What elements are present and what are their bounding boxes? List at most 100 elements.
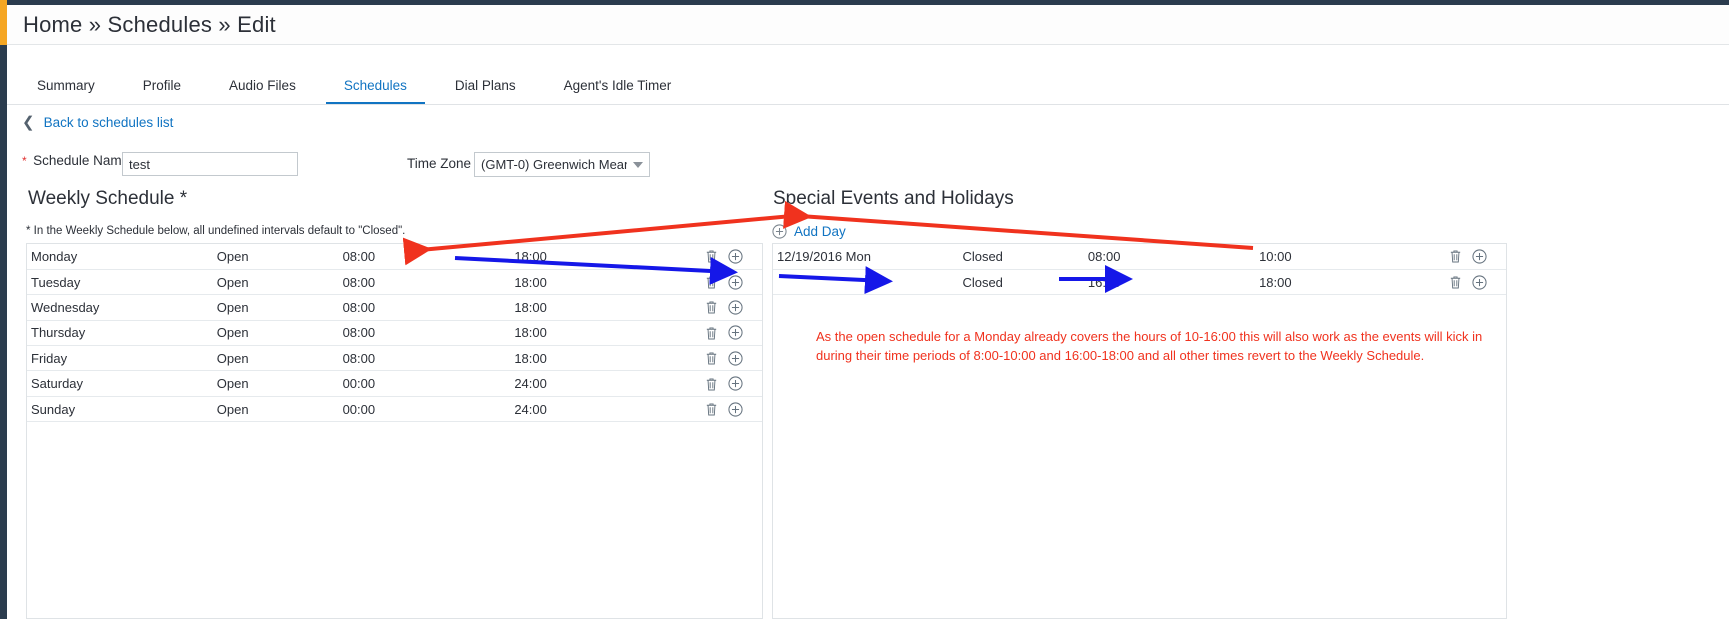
- tab-dial-plans[interactable]: Dial Plans: [437, 78, 534, 105]
- weekly-day: Thursday: [27, 320, 213, 347]
- trash-icon[interactable]: [704, 248, 719, 264]
- trash-icon[interactable]: [704, 325, 719, 341]
- weekly-day: Wednesday: [27, 294, 213, 321]
- plus-circle-icon[interactable]: [1472, 249, 1487, 264]
- schedule-form-row: * Schedule Name Time Zone (GMT-0) Greenw…: [22, 152, 1712, 180]
- schedule-name-label: Schedule Name: [33, 153, 130, 169]
- weekly-row-actions: [704, 345, 762, 372]
- schedule-name-input[interactable]: [122, 152, 298, 176]
- weekly-row-actions: [704, 370, 762, 397]
- weekly-schedule-note: * In the Weekly Schedule below, all unde…: [26, 225, 406, 237]
- add-day-button[interactable]: Add Day: [772, 224, 846, 239]
- event-date: [773, 269, 959, 296]
- schedule-edit-page: Home » Schedules » Edit Summary Profile …: [0, 0, 1729, 619]
- plus-circle-icon[interactable]: [728, 376, 743, 391]
- weekly-from: 08:00: [338, 294, 511, 321]
- table-row[interactable]: Friday Open 08:00 18:00: [27, 345, 762, 372]
- event-row-actions: [1448, 244, 1506, 270]
- weekly-day: Monday: [27, 244, 213, 270]
- trash-icon[interactable]: [704, 401, 719, 417]
- trash-icon[interactable]: [1448, 274, 1463, 290]
- weekly-schedule-heading: Weekly Schedule *: [28, 188, 188, 209]
- table-row[interactable]: 12/19/2016 Mon Closed 08:00 10:00: [773, 244, 1506, 270]
- weekly-to: 18:00: [510, 345, 704, 372]
- table-row[interactable]: Sunday Open 00:00 24:00: [27, 396, 762, 423]
- weekly-day: Tuesday: [27, 269, 213, 296]
- breadcrumb: Home » Schedules » Edit: [23, 11, 276, 37]
- time-zone-label: Time Zone: [407, 156, 472, 171]
- event-to: 10:00: [1255, 244, 1449, 270]
- event-row-actions: [1448, 269, 1506, 296]
- plus-circle-icon[interactable]: [728, 300, 743, 315]
- trash-icon[interactable]: [704, 350, 719, 366]
- tab-bar: Summary Profile Audio Files Schedules Di…: [7, 72, 1729, 105]
- weekly-day: Friday: [27, 345, 213, 372]
- weekly-to: 24:00: [510, 396, 704, 423]
- chevron-down-icon: [633, 161, 643, 168]
- trash-icon[interactable]: [704, 376, 719, 392]
- weekly-from: 00:00: [338, 396, 511, 423]
- weekly-row-actions: [704, 320, 762, 347]
- weekly-to: 18:00: [510, 320, 704, 347]
- trash-icon[interactable]: [704, 274, 719, 290]
- weekly-schedule-table: Monday Open 08:00 18:00 Tuesday Open 08:…: [26, 243, 763, 619]
- trash-icon[interactable]: [704, 299, 719, 315]
- weekly-row-actions: [704, 396, 762, 423]
- weekly-from: 08:00: [338, 320, 511, 347]
- tab-bar-divider: [7, 104, 1729, 105]
- event-from: 08:00: [1083, 244, 1256, 270]
- plus-circle-icon[interactable]: [728, 325, 743, 340]
- weekly-to: 24:00: [510, 370, 704, 397]
- table-row[interactable]: Monday Open 08:00 18:00: [27, 244, 762, 270]
- table-row[interactable]: Saturday Open 00:00 24:00: [27, 370, 762, 397]
- event-to: 18:00: [1255, 269, 1449, 296]
- weekly-state: Open: [212, 320, 339, 347]
- table-row[interactable]: Thursday Open 08:00 18:00: [27, 320, 762, 347]
- back-link-label: Back to schedules list: [43, 115, 174, 130]
- event-from: 16:00: [1083, 269, 1256, 296]
- tab-profile[interactable]: Profile: [125, 78, 199, 105]
- chevron-left-icon: ❮: [22, 114, 35, 131]
- weekly-from: 00:00: [338, 370, 511, 397]
- tab-audio-files[interactable]: Audio Files: [211, 78, 314, 105]
- table-row[interactable]: Closed 16:00 18:00: [773, 269, 1506, 296]
- time-zone-select[interactable]: (GMT-0) Greenwich Mean ...: [474, 152, 650, 177]
- special-events-table: 12/19/2016 Mon Closed 08:00 10:00 Closed…: [772, 243, 1507, 619]
- trash-icon[interactable]: [1448, 248, 1463, 264]
- weekly-from: 08:00: [338, 269, 511, 296]
- annotation-note: As the open schedule for a Monday alread…: [816, 329, 1483, 363]
- weekly-state: Open: [212, 345, 339, 372]
- plus-circle-icon[interactable]: [728, 401, 743, 417]
- event-state: Closed: [958, 244, 1084, 270]
- weekly-row-actions: [704, 294, 762, 321]
- breadcrumb-bar: Home » Schedules » Edit: [7, 5, 1729, 45]
- accent-bar-left: [0, 0, 7, 45]
- left-edge-rail: [0, 45, 7, 619]
- plus-circle-icon[interactable]: [1472, 275, 1487, 290]
- weekly-to: 18:00: [510, 294, 704, 321]
- plus-circle-icon[interactable]: [728, 275, 743, 290]
- weekly-day: Saturday: [27, 370, 213, 397]
- weekly-to: 18:00: [510, 269, 704, 296]
- plus-circle-icon: [772, 224, 787, 239]
- plus-circle-icon[interactable]: [728, 351, 743, 366]
- tab-summary[interactable]: Summary: [19, 78, 113, 105]
- weekly-state: Open: [212, 269, 339, 296]
- event-state: Closed: [958, 269, 1084, 296]
- tab-schedules[interactable]: Schedules: [325, 78, 425, 105]
- back-to-schedules-list-link[interactable]: ❮ Back to schedules list: [22, 115, 173, 130]
- plus-circle-icon[interactable]: [728, 249, 743, 264]
- weekly-from: 08:00: [338, 345, 511, 372]
- time-zone-value: (GMT-0) Greenwich Mean ...: [481, 157, 627, 172]
- weekly-row-actions: [704, 244, 762, 270]
- table-row[interactable]: Wednesday Open 08:00 18:00: [27, 294, 762, 321]
- weekly-to: 18:00: [510, 244, 704, 270]
- table-row[interactable]: Tuesday Open 08:00 18:00: [27, 269, 762, 296]
- add-day-label: Add Day: [794, 224, 846, 239]
- weekly-state: Open: [212, 244, 339, 270]
- weekly-state: Open: [212, 396, 339, 423]
- weekly-day: Sunday: [27, 396, 213, 423]
- required-marker: *: [22, 154, 27, 168]
- tab-agents-idle-timer[interactable]: Agent's Idle Timer: [546, 78, 690, 105]
- weekly-row-actions: [704, 269, 762, 296]
